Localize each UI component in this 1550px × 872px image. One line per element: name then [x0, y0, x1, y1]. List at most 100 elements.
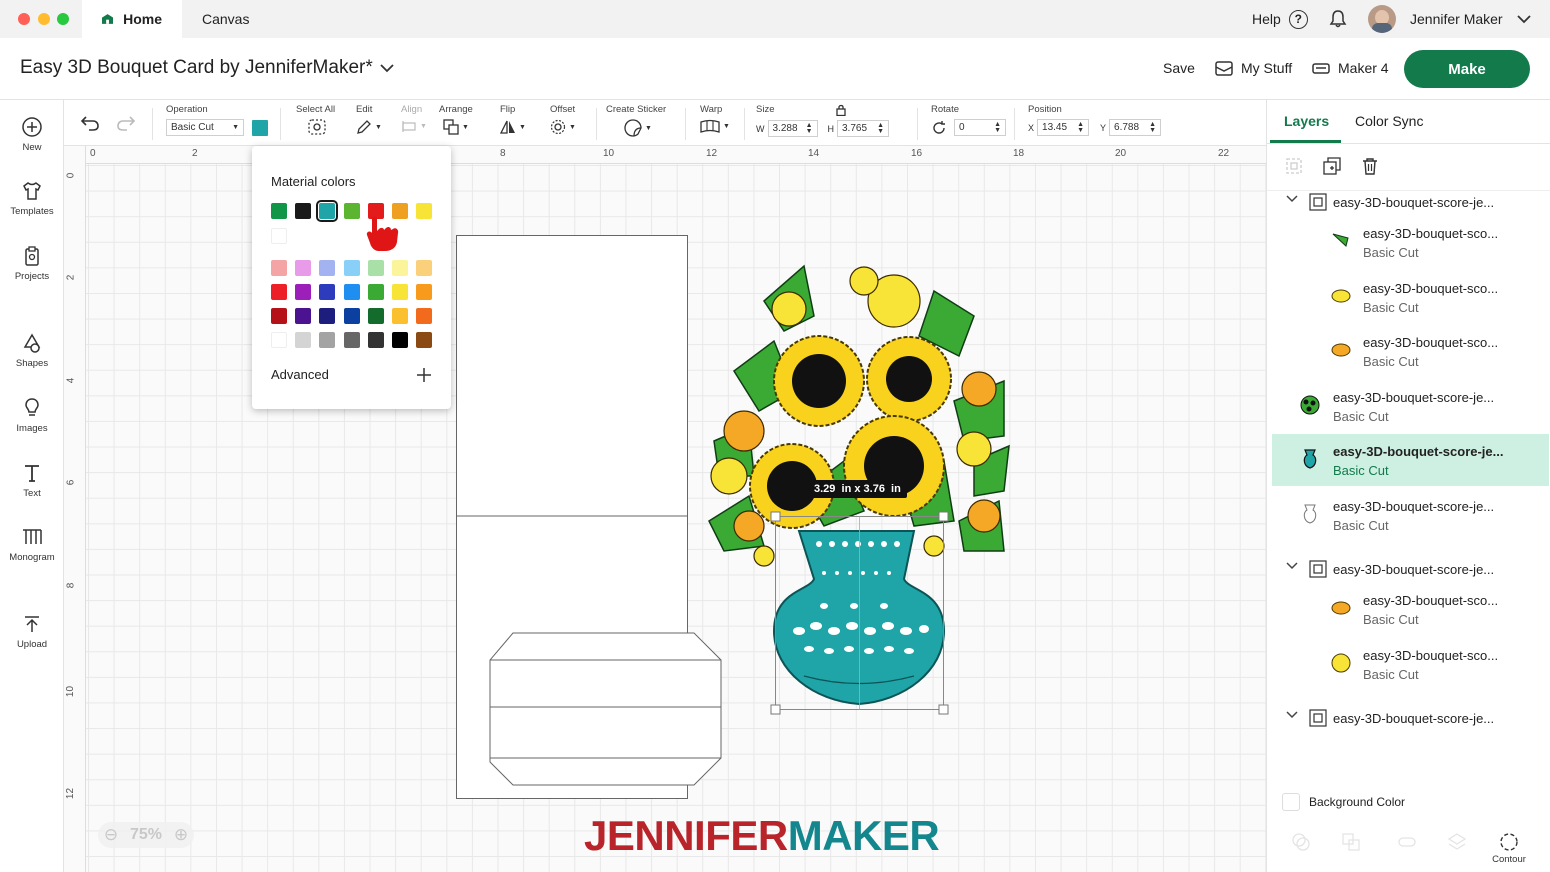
swatch-empty[interactable]	[271, 228, 287, 244]
zoom-in-icon[interactable]: ⊕	[174, 825, 188, 845]
color-swatch[interactable]	[367, 308, 384, 324]
color-swatch[interactable]	[295, 260, 312, 276]
color-swatch[interactable]	[416, 308, 433, 324]
sidebar-item-images[interactable]: Images	[0, 397, 64, 434]
arrange-group[interactable]: Arrange ▼	[439, 104, 473, 135]
combine-icon[interactable]	[1341, 832, 1361, 852]
sidebar-item-projects[interactable]: Projects	[0, 245, 64, 282]
tab-color-sync[interactable]: Color Sync	[1355, 113, 1423, 129]
background-color-row[interactable]: Background Color	[1282, 793, 1405, 811]
x-input[interactable]: 13.45 ▲ ▼	[1037, 119, 1090, 136]
color-swatch[interactable]	[319, 332, 336, 348]
my-stuff-button[interactable]: My Stuff	[1215, 60, 1292, 76]
color-swatch[interactable]	[416, 284, 433, 300]
sidebar-item-text[interactable]: Text	[0, 462, 64, 499]
operation-select[interactable]: Basic Cut ▼	[166, 119, 244, 136]
width-input[interactable]: 3.288 ▲ ▼	[767, 120, 818, 137]
background-color-checkbox[interactable]	[1282, 793, 1300, 811]
make-button[interactable]: Make	[1404, 50, 1530, 88]
edit-group[interactable]: Edit ▼	[356, 104, 382, 135]
color-swatch[interactable]	[416, 203, 433, 219]
color-swatch[interactable]	[295, 308, 312, 324]
color-swatch[interactable]	[316, 200, 339, 222]
duplicate-icon[interactable]	[1323, 157, 1341, 175]
color-swatch[interactable]	[295, 332, 312, 348]
attach-icon[interactable]	[1397, 832, 1417, 852]
layer-item[interactable]: easy-3D-bouquet-sco... Basic Cut	[1272, 325, 1549, 377]
color-swatch[interactable]	[367, 260, 384, 276]
sidebar-item-new[interactable]: New	[0, 116, 64, 153]
create-sticker-group[interactable]: Create Sticker ▼	[606, 104, 666, 137]
sidebar-item-monogram[interactable]: Monogram	[0, 526, 64, 563]
color-swatch[interactable]	[392, 260, 408, 276]
color-swatch[interactable]	[367, 332, 384, 348]
color-swatch[interactable]	[392, 332, 408, 348]
card-pocket-outline[interactable]	[488, 631, 724, 789]
color-swatch[interactable]	[416, 260, 433, 276]
lock-icon[interactable]	[836, 104, 847, 116]
color-swatch[interactable]	[271, 203, 287, 219]
color-swatch[interactable]	[343, 332, 360, 348]
color-swatch[interactable]	[392, 308, 408, 324]
layer-item[interactable]: easy-3D-bouquet-sco... Basic Cut	[1272, 583, 1549, 635]
layer-item[interactable]: easy-3D-bouquet-score-je... Basic Cut	[1272, 489, 1549, 541]
sidebar-item-shapes[interactable]: Shapes	[0, 332, 64, 369]
close-window-button[interactable]	[18, 13, 30, 25]
layer-item[interactable]: easy-3D-bouquet-sco... Basic Cut	[1272, 216, 1549, 268]
color-swatch[interactable]	[319, 260, 336, 276]
help-button[interactable]: Help ?	[1252, 0, 1308, 38]
color-swatch[interactable]	[343, 260, 360, 276]
redo-button[interactable]	[116, 114, 136, 137]
color-swatch[interactable]	[416, 332, 433, 348]
y-input[interactable]: 6.788 ▲ ▼	[1109, 119, 1162, 136]
align-group[interactable]: Align ▼	[401, 104, 427, 133]
layer-item[interactable]: easy-3D-bouquet-sco... Basic Cut	[1272, 638, 1549, 690]
layer-group[interactable]: easy-3D-bouquet-score-je...	[1272, 555, 1549, 585]
color-swatch[interactable]	[271, 260, 287, 276]
maximize-window-button[interactable]	[57, 13, 69, 25]
layer-item[interactable]: easy-3D-bouquet-score-je... Basic Cut	[1272, 434, 1549, 486]
tab-home[interactable]: Home	[82, 0, 182, 38]
sidebar-item-templates[interactable]: Templates	[0, 180, 64, 217]
rotate-input[interactable]: 0 ▲ ▼	[954, 119, 1006, 136]
color-swatch[interactable]	[367, 284, 384, 300]
height-input[interactable]: 3.765 ▲ ▼	[837, 120, 889, 137]
layer-group[interactable]: easy-3D-bouquet-score-je...	[1272, 188, 1549, 218]
undo-button[interactable]	[80, 114, 100, 137]
color-swatch[interactable]	[343, 284, 360, 300]
color-swatch[interactable]	[295, 203, 312, 219]
color-swatch[interactable]	[319, 308, 336, 324]
offset-group[interactable]: Offset ▼	[550, 104, 576, 135]
save-button[interactable]: Save	[1163, 60, 1195, 76]
trash-icon[interactable]	[1361, 157, 1379, 175]
design-canvas[interactable]: 0 2 8 10 12 14 16 18 20 22 0 2 4 6 8 10 …	[64, 146, 1266, 872]
operation-color-swatch[interactable]	[252, 119, 268, 136]
select-all-group[interactable]: Select All	[296, 104, 335, 135]
layer-group[interactable]: easy-3D-bouquet-score-je...	[1272, 704, 1549, 734]
color-swatch[interactable]	[319, 284, 336, 300]
sidebar-item-upload[interactable]: Upload	[0, 613, 64, 650]
color-swatch[interactable]	[271, 332, 287, 348]
tab-canvas[interactable]: Canvas	[182, 0, 269, 38]
machine-button[interactable]: Maker 4	[1312, 60, 1389, 76]
color-swatch[interactable]	[271, 308, 287, 324]
zoom-out-icon[interactable]: ⊖	[104, 825, 118, 845]
color-swatch[interactable]	[343, 203, 360, 219]
flatten-icon[interactable]	[1447, 832, 1467, 852]
layer-item[interactable]: easy-3D-bouquet-score-je... Basic Cut	[1272, 380, 1549, 432]
chevron-down-icon[interactable]	[1286, 711, 1298, 719]
project-title[interactable]: Easy 3D Bouquet Card by JenniferMaker*	[20, 57, 395, 79]
flip-group[interactable]: Flip ▼	[500, 104, 526, 135]
color-swatch[interactable]	[271, 284, 287, 300]
color-swatch[interactable]	[343, 308, 360, 324]
chevron-down-icon[interactable]	[1286, 195, 1298, 203]
contour-button[interactable]: Contour	[1489, 832, 1529, 865]
advanced-button[interactable]: Advanced	[271, 366, 433, 386]
layer-item[interactable]: easy-3D-bouquet-sco... Basic Cut	[1272, 271, 1549, 323]
group-icon[interactable]	[1285, 157, 1303, 175]
slice-icon[interactable]	[1291, 832, 1311, 852]
notifications-button[interactable]	[1328, 0, 1348, 38]
user-menu[interactable]: Jennifer Maker	[1368, 0, 1531, 38]
minimize-window-button[interactable]	[38, 13, 50, 25]
tab-layers[interactable]: Layers	[1284, 113, 1329, 129]
